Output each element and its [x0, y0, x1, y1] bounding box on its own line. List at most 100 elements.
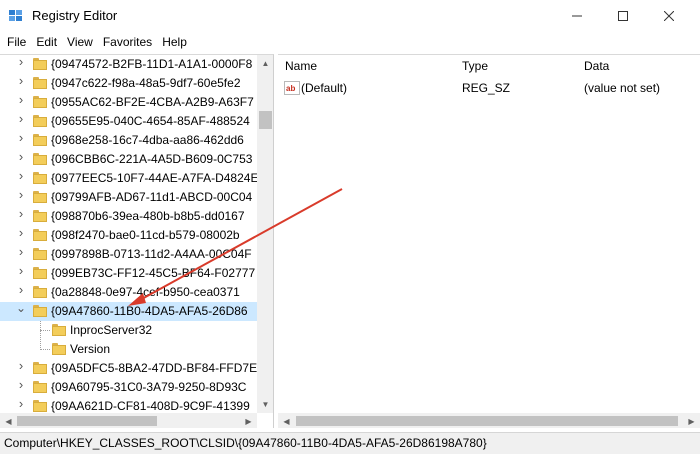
- chevron-right-icon[interactable]: ›: [16, 264, 26, 277]
- tree-child-key[interactable]: Version: [0, 340, 258, 359]
- status-bar-path: Computer\HKEY_CLASSES_ROOT\CLSID\{09A478…: [0, 432, 700, 454]
- tree-horizontal-scroll-thumb[interactable]: [17, 416, 157, 426]
- scroll-right-arrow-icon[interactable]: ▶: [683, 413, 700, 428]
- tree-key[interactable]: › {09474572-B2FB-11D1-A1A1-0000F8: [0, 55, 258, 74]
- chevron-right-icon[interactable]: ›: [16, 283, 26, 296]
- tree-key[interactable]: › {0997898B-0713-11d2-A4AA-00C04F: [0, 245, 258, 264]
- scroll-up-arrow-icon[interactable]: ▲: [257, 55, 273, 72]
- minimize-icon: [572, 15, 582, 17]
- minimize-button[interactable]: [554, 0, 600, 32]
- menu-view[interactable]: View: [62, 32, 98, 52]
- tree-key[interactable]: › {0968e258-16c7-4dba-aa86-462dd6: [0, 131, 258, 150]
- tree-key[interactable]: › {09655E95-040C-4654-85AF-488524: [0, 112, 258, 131]
- folder-icon: [33, 58, 47, 70]
- tree-key[interactable]: › {096CBB6C-221A-4A5D-B609-0C753: [0, 150, 258, 169]
- folder-icon: [33, 115, 47, 127]
- chevron-right-icon[interactable]: ›: [16, 112, 26, 125]
- values-list-pane[interactable]: Name Type Data ab (Default) REG_SZ (valu…: [278, 54, 700, 428]
- column-header-data[interactable]: Data: [584, 59, 609, 73]
- folder-icon: [33, 286, 47, 298]
- tree-key-label: {0968e258-16c7-4dba-aa86-462dd6: [51, 133, 244, 147]
- scroll-left-arrow-icon[interactable]: ◀: [278, 413, 295, 428]
- tree-key-label: {09474572-B2FB-11D1-A1A1-0000F8: [51, 57, 253, 71]
- folder-icon: [33, 134, 47, 146]
- value-row[interactable]: ab (Default) REG_SZ (value not set): [278, 79, 700, 97]
- chevron-right-icon[interactable]: ›: [16, 226, 26, 239]
- menu-favorites[interactable]: Favorites: [98, 32, 157, 52]
- menu-help[interactable]: Help: [157, 32, 192, 52]
- chevron-right-icon[interactable]: ›: [16, 74, 26, 87]
- tree-connector: [40, 321, 41, 350]
- folder-icon: [33, 96, 47, 108]
- maximize-icon: [618, 11, 628, 21]
- menu-file[interactable]: File: [2, 32, 31, 52]
- close-icon: [664, 11, 674, 21]
- tree-key-label: {0955AC62-BF2E-4CBA-A2B9-A63F7: [51, 95, 254, 109]
- tree-key-label: {09AA621D-CF81-408D-9C9F-41399: [51, 399, 250, 413]
- chevron-right-icon[interactable]: ›: [16, 378, 26, 391]
- menu-edit[interactable]: Edit: [31, 32, 62, 52]
- tree-key[interactable]: › {09799AFB-AD67-11d1-ABCD-00C04: [0, 188, 258, 207]
- scroll-left-arrow-icon[interactable]: ◀: [0, 413, 17, 428]
- list-horizontal-scroll-thumb[interactable]: [296, 416, 678, 426]
- value-type: REG_SZ: [462, 81, 511, 95]
- folder-icon: [52, 324, 66, 336]
- key-tree-pane[interactable]: › {09474572-B2FB-11D1-A1A1-0000F8 › {0947c6…: [0, 54, 274, 428]
- chevron-right-icon[interactable]: ›: [16, 131, 26, 144]
- tree-vertical-scroll-thumb[interactable]: [259, 111, 272, 129]
- chevron-right-icon[interactable]: ›: [16, 93, 26, 106]
- chevron-right-icon[interactable]: ›: [16, 397, 26, 410]
- chevron-right-icon[interactable]: ›: [16, 55, 26, 68]
- chevron-down-icon[interactable]: ⌄: [16, 302, 26, 314]
- tree-vertical-scrollbar[interactable]: ▲ ▼: [257, 55, 273, 413]
- tree-key[interactable]: › {0947c622-f98a-48a5-9df7-60e5fe2: [0, 74, 258, 93]
- chevron-right-icon[interactable]: ›: [16, 188, 26, 201]
- tree-key[interactable]: › {09A60795-31C0-3A79-9250-8D93C: [0, 378, 258, 397]
- tree-child-key[interactable]: InprocServer32: [0, 321, 258, 340]
- tree-key[interactable]: ⌄ {09A47860-11B0-4DA5-AFA5-26D86: [0, 302, 258, 321]
- tree-key-label: {09655E95-040C-4654-85AF-488524: [51, 114, 250, 128]
- maximize-button[interactable]: [600, 0, 646, 32]
- scroll-down-arrow-icon[interactable]: ▼: [257, 396, 273, 413]
- tree-key-label: {099EB73C-FF12-45C5-BF64-F02777: [51, 266, 256, 280]
- tree-key[interactable]: › {09A5DFC5-8BA2-47DD-BF84-FFD7E: [0, 359, 258, 378]
- value-name: (Default): [301, 81, 348, 95]
- tree-key[interactable]: › {0a28848-0e97-4cef-b950-cea0371: [0, 283, 258, 302]
- tree-key[interactable]: › {0955AC62-BF2E-4CBA-A2B9-A63F7: [0, 93, 258, 112]
- tree-key[interactable]: › {0977EEC5-10F7-44AE-A7FA-D4824E: [0, 169, 258, 188]
- folder-icon: [33, 381, 47, 393]
- key-tree: › {09474572-B2FB-11D1-A1A1-0000F8 › {0947c6…: [0, 55, 258, 413]
- tree-horizontal-scrollbar[interactable]: ◀ ▶: [0, 413, 257, 428]
- column-header-type[interactable]: Type: [462, 59, 488, 73]
- scroll-right-arrow-icon[interactable]: ▶: [240, 413, 257, 428]
- tree-key-label: {0a28848-0e97-4cef-b950-cea0371: [51, 285, 240, 299]
- folder-icon: [33, 210, 47, 222]
- registry-editor-icon: [9, 10, 22, 21]
- folder-icon: [33, 267, 47, 279]
- chevron-right-icon[interactable]: ›: [16, 169, 26, 182]
- menu-bar: File Edit View Favorites Help: [0, 32, 700, 52]
- chevron-right-icon[interactable]: ›: [16, 150, 26, 163]
- tree-key[interactable]: › {099EB73C-FF12-45C5-BF64-F02777: [0, 264, 258, 283]
- chevron-right-icon[interactable]: ›: [16, 359, 26, 372]
- chevron-right-icon[interactable]: ›: [16, 245, 26, 258]
- folder-icon: [33, 362, 47, 374]
- tree-connector: [40, 349, 50, 350]
- folder-icon: [33, 172, 47, 184]
- tree-key-label: {09A5DFC5-8BA2-47DD-BF84-FFD7E: [51, 361, 258, 375]
- tree-key-label: {0997898B-0713-11d2-A4AA-00C04F: [51, 247, 252, 261]
- tree-key-label: {098870b6-39ea-480b-b8b5-dd0167: [51, 209, 245, 223]
- column-header-name[interactable]: Name: [285, 59, 317, 73]
- chevron-right-icon[interactable]: ›: [16, 207, 26, 220]
- tree-key-label: {096CBB6C-221A-4A5D-B609-0C753: [51, 152, 253, 166]
- tree-key-label: {09A47860-11B0-4DA5-AFA5-26D86: [50, 304, 249, 319]
- list-horizontal-scrollbar[interactable]: ◀ ▶: [278, 413, 700, 428]
- close-button[interactable]: [646, 0, 692, 32]
- window-title: Registry Editor: [32, 8, 118, 23]
- value-data: (value not set): [584, 81, 661, 95]
- tree-key-label: {09A60795-31C0-3A79-9250-8D93C: [51, 380, 247, 394]
- tree-key[interactable]: › {098f2470-bae0-11cd-b579-08002b: [0, 226, 258, 245]
- tree-key-label: InprocServer32: [70, 323, 153, 337]
- folder-icon: [33, 229, 47, 241]
- tree-key[interactable]: › {098870b6-39ea-480b-b8b5-dd0167: [0, 207, 258, 226]
